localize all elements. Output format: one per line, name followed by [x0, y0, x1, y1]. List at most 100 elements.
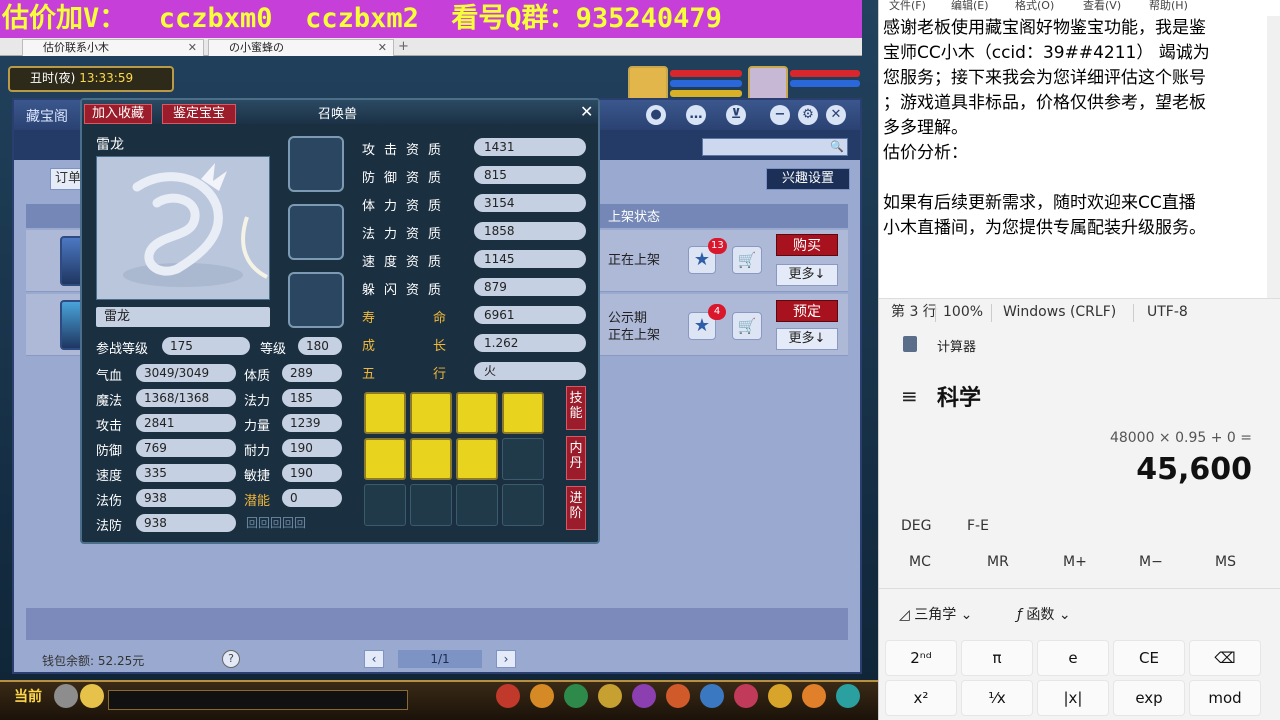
notepad-scrollbar[interactable]: [1267, 16, 1280, 298]
player-avatar[interactable]: [628, 66, 668, 102]
menu-view[interactable]: 查看(V): [1083, 0, 1121, 13]
second-function-key[interactable]: 2ⁿᵈ: [885, 640, 957, 676]
menu-file[interactable]: 文件(F): [889, 0, 926, 13]
angle-unit-button[interactable]: DEG: [901, 518, 931, 534]
search-icon[interactable]: 🔍: [830, 140, 844, 153]
dragon-illustration: [123, 163, 268, 287]
menu-icon[interactable]: [802, 684, 826, 708]
next-page-button[interactable]: ›: [496, 650, 516, 668]
emoji-icon[interactable]: [80, 684, 104, 708]
new-tab-icon[interactable]: +: [398, 39, 409, 54]
skill-icon[interactable]: [364, 438, 406, 480]
add-to-cart-button[interactable]: 🛒: [732, 246, 762, 274]
browser-tab-appraise[interactable]: 估价联系小木 ✕: [22, 39, 204, 56]
menu-help[interactable]: 帮助(H): [1149, 0, 1188, 13]
interest-settings-button[interactable]: 兴趣设置: [766, 168, 850, 190]
menu-icon[interactable]: [598, 684, 622, 708]
stat-value: 938: [136, 514, 236, 532]
chat-icon[interactable]: …: [686, 105, 706, 125]
add-favorite-tab[interactable]: 加入收藏: [84, 104, 152, 124]
chat-input[interactable]: [108, 690, 408, 710]
backspace-key[interactable]: ⌫: [1189, 640, 1261, 676]
memory-subtract-button[interactable]: M−: [1139, 554, 1163, 570]
cart-icon[interactable]: ⊻: [726, 105, 746, 125]
stat-value: 335: [136, 464, 236, 482]
memory-add-button[interactable]: M+: [1063, 554, 1087, 570]
skill-icon[interactable]: [364, 392, 406, 434]
square-key[interactable]: x²: [885, 680, 957, 716]
equipment-slot-armor[interactable]: [288, 136, 344, 192]
menu-icon[interactable]: [768, 684, 792, 708]
chat-channel-current[interactable]: 当前: [14, 686, 42, 706]
menu-icon[interactable]: [530, 684, 554, 708]
menu-icon[interactable]: [632, 684, 656, 708]
memory-store-button[interactable]: MS: [1215, 554, 1236, 570]
stat-label: 法力: [244, 394, 271, 409]
close-icon[interactable]: ✕: [378, 40, 387, 56]
cursor-position: 第 3 行: [891, 304, 937, 320]
exp-key[interactable]: exp: [1113, 680, 1185, 716]
equipment-slot-ring[interactable]: [288, 204, 344, 260]
gear-icon[interactable]: ⚙: [798, 105, 818, 125]
search-input[interactable]: 🔍: [702, 138, 848, 156]
trig-dropdown[interactable]: ◿ 三角学 ⌄: [899, 604, 972, 624]
close-icon[interactable]: ✕: [826, 105, 846, 125]
stat-value: 2841: [136, 414, 236, 432]
function-dropdown[interactable]: ƒ 函数 ⌄: [1017, 604, 1071, 624]
pet-avatar[interactable]: [748, 66, 788, 102]
more-button[interactable]: 更多↓: [776, 328, 838, 350]
prev-page-button[interactable]: ‹: [364, 650, 384, 668]
pet-portrait: [96, 156, 270, 300]
close-icon[interactable]: ✕: [580, 102, 593, 121]
microphone-icon[interactable]: [54, 684, 78, 708]
more-button[interactable]: 更多↓: [776, 264, 838, 286]
reserve-button[interactable]: 预定: [776, 300, 838, 322]
menu-icon[interactable]: [700, 684, 724, 708]
appraise-pet-tab[interactable]: 鉴定宝宝: [162, 104, 236, 124]
add-to-cart-button[interactable]: 🛒: [732, 312, 762, 340]
reciprocal-key[interactable]: ¹⁄x: [961, 680, 1033, 716]
skills-tab[interactable]: 技能: [566, 386, 586, 430]
browser-tab-label: の小蜜蜂の: [229, 41, 284, 54]
menu-icon[interactable]: [564, 684, 588, 708]
record-icon[interactable]: ●: [646, 105, 666, 125]
stat-value: 190: [282, 439, 342, 457]
browser-tab-bee[interactable]: の小蜜蜂の ✕: [208, 39, 394, 56]
help-icon[interactable]: ?: [222, 650, 240, 668]
clock-time: 13:33:59: [79, 71, 134, 85]
menu-icon[interactable]: [496, 684, 520, 708]
stat-value: 769: [136, 439, 236, 457]
skill-icon[interactable]: [410, 438, 452, 480]
skill-icon[interactable]: [410, 392, 452, 434]
mod-key[interactable]: mod: [1189, 680, 1261, 716]
menu-edit[interactable]: 编辑(E): [951, 0, 989, 13]
close-icon[interactable]: ✕: [188, 40, 197, 56]
hamburger-menu-icon[interactable]: ≡: [901, 384, 918, 408]
memory-clear-button[interactable]: MC: [909, 554, 931, 570]
absolute-key[interactable]: |x|: [1037, 680, 1109, 716]
menu-icon[interactable]: [836, 684, 860, 708]
menu-icon[interactable]: [734, 684, 758, 708]
minimize-icon[interactable]: −: [770, 105, 790, 125]
buy-button[interactable]: 购买: [776, 234, 838, 256]
menu-icon[interactable]: [666, 684, 690, 708]
inner-core-tab[interactable]: 内丹: [566, 436, 586, 480]
skill-icon[interactable]: [502, 392, 544, 434]
skill-icon[interactable]: [456, 438, 498, 480]
player-mp-bar: [670, 80, 742, 87]
clear-entry-key[interactable]: CE: [1113, 640, 1185, 676]
fe-button[interactable]: F-E: [967, 518, 989, 534]
notepad-status-bar: 第 3 行 100% Windows (CRLF) UTF-8: [879, 298, 1280, 326]
e-key[interactable]: e: [1037, 640, 1109, 676]
pi-key[interactable]: π: [961, 640, 1033, 676]
equipment-slot-amulet[interactable]: [288, 272, 344, 328]
notepad-text-area[interactable]: 感谢老板使用藏宝阁好物鉴宝功能，我是鉴 宝师CC小木（ccid：39##4211…: [883, 16, 1267, 241]
skill-icon[interactable]: [456, 392, 498, 434]
pet-panel-title: 召唤兽: [318, 107, 358, 122]
menu-format[interactable]: 格式(O): [1015, 0, 1054, 13]
aptitude-label: 躲闪资质: [362, 283, 451, 298]
memory-recall-button[interactable]: MR: [987, 554, 1009, 570]
advancement-tab[interactable]: 进阶: [566, 486, 586, 530]
stat-label: 耐力: [244, 444, 271, 459]
calculator-window: 计算器 ≡ 科学 48000 × 0.95 + 0 = 45,600 DEG F…: [878, 326, 1280, 720]
